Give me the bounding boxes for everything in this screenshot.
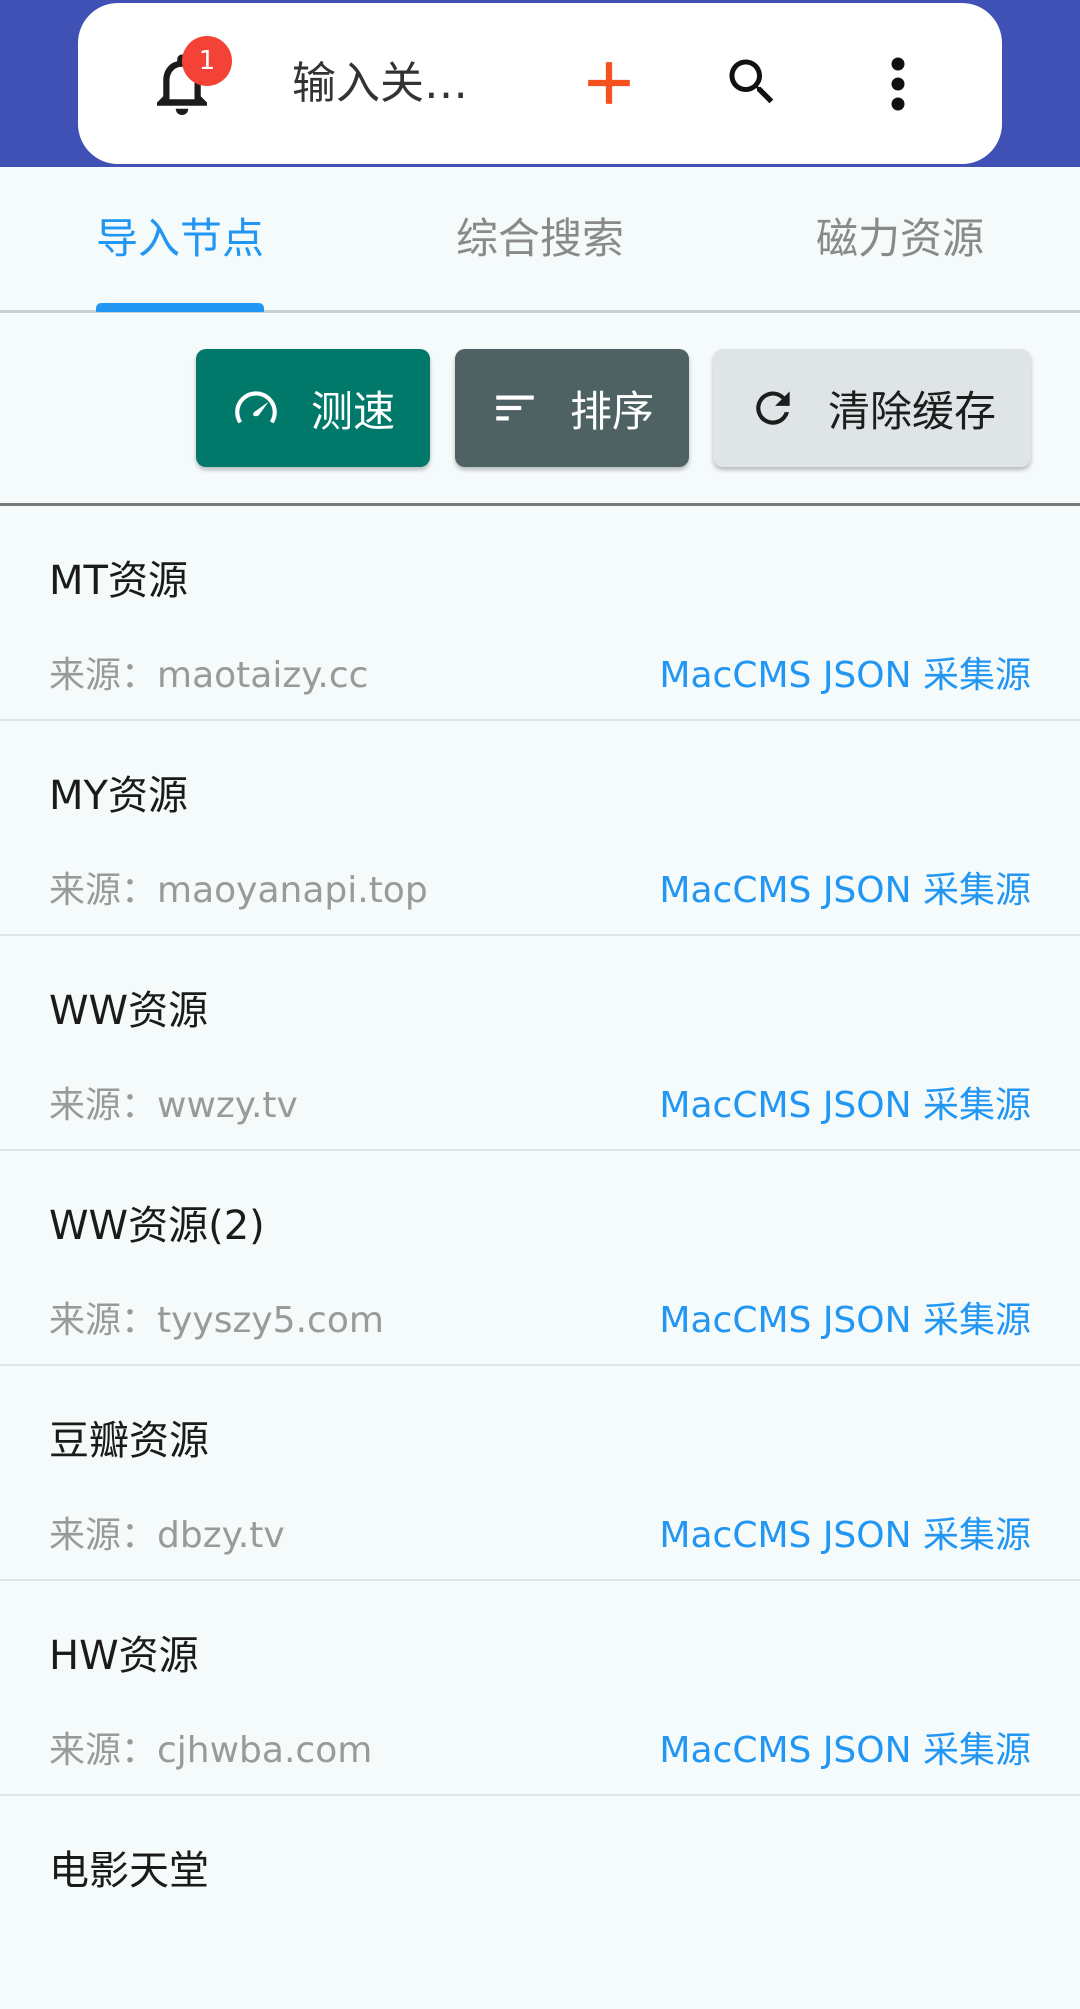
speedometer-icon [235, 391, 277, 424]
source-name: HW资源 [49, 1633, 199, 1679]
source-type: MacCMS JSON 采集源 [659, 1730, 1031, 1771]
clear-cache-button[interactable]: 清除缓存 [713, 349, 1031, 467]
source-origin: 来源：wwzy.tv [49, 1085, 298, 1126]
tab-indicator [96, 303, 264, 312]
list-item[interactable]: WW资源 来源：wwzy.tv MacCMS JSON 采集源 [0, 936, 1080, 1151]
add-icon[interactable] [584, 58, 634, 108]
sort-label: 排序 [569, 386, 654, 436]
source-origin: 来源：dbzy.tv [49, 1515, 285, 1556]
source-list: MT资源 来源：maotaizy.cc MacCMS JSON 采集源 MY资源… [0, 506, 1080, 2009]
source-origin: 来源：tyyszy5.com [49, 1300, 384, 1341]
list-item[interactable]: HW资源 来源：cjhwba.com MacCMS JSON 采集源 [0, 1581, 1080, 1796]
speed-test-label: 测速 [310, 386, 395, 436]
list-item[interactable]: MT资源 来源：maotaizy.cc MacCMS JSON 采集源 [0, 506, 1080, 721]
app-bar: 1 输入关… [0, 0, 1080, 167]
source-name: MY资源 [49, 773, 188, 819]
source-name: MT资源 [49, 558, 188, 604]
list-item[interactable]: MY资源 来源：maoyanapi.top MacCMS JSON 采集源 [0, 721, 1080, 936]
source-type: MacCMS JSON 采集源 [659, 1515, 1031, 1556]
source-name: WW资源(2) [49, 1203, 265, 1249]
sort-icon [496, 395, 534, 421]
list-item[interactable]: 豆瓣资源 来源：dbzy.tv MacCMS JSON 采集源 [0, 1366, 1080, 1581]
tab-bar: 导入节点 综合搜索 磁力资源 [0, 167, 1080, 313]
source-type: MacCMS JSON 采集源 [659, 870, 1031, 911]
source-origin: 来源：cjhwba.com [49, 1730, 373, 1771]
tab-magnet-resources[interactable]: 磁力资源 [760, 167, 1040, 310]
sort-button[interactable]: 排序 [455, 349, 689, 467]
source-origin: 来源：maotaizy.cc [49, 655, 369, 696]
source-origin: 来源：maoyanapi.top [49, 870, 428, 911]
source-type: MacCMS JSON 采集源 [659, 655, 1031, 696]
source-name: 电影天堂 [49, 1848, 209, 1894]
source-type: MacCMS JSON 采集源 [659, 1300, 1031, 1341]
refresh-icon [756, 391, 790, 425]
source-name: 豆瓣资源 [49, 1418, 209, 1464]
tab-aggregate-search[interactable]: 综合搜索 [400, 167, 680, 310]
search-icon[interactable] [722, 52, 782, 112]
more-vert-icon[interactable] [880, 54, 916, 114]
speed-test-button[interactable]: 测速 [196, 349, 430, 467]
search-input[interactable]: 输入关… [292, 52, 542, 116]
tab-import-nodes[interactable]: 导入节点 [40, 167, 320, 310]
list-item[interactable]: WW资源(2) 来源：tyyszy5.com MacCMS JSON 采集源 [0, 1151, 1080, 1366]
source-type: MacCMS JSON 采集源 [659, 1085, 1031, 1126]
action-toolbar: 测速 排序 清除缓存 [0, 313, 1080, 506]
clear-cache-label: 清除缓存 [827, 386, 996, 436]
notification-badge: 1 [182, 36, 232, 86]
source-name: WW资源 [49, 988, 209, 1034]
list-item[interactable]: 电影天堂 [0, 1796, 1080, 2009]
